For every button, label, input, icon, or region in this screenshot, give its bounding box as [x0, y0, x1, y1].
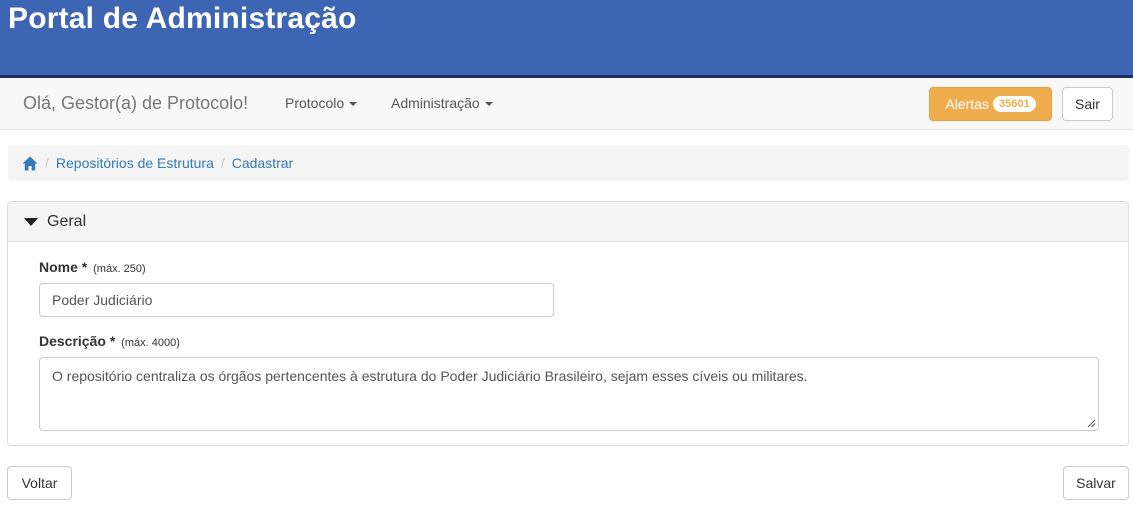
- resize-handle-icon[interactable]: [1086, 418, 1096, 428]
- breadcrumb-separator: /: [220, 155, 225, 171]
- panel-geral-toggle[interactable]: Geral: [8, 202, 1128, 242]
- alerts-button[interactable]: Alertas 35601: [929, 87, 1052, 121]
- back-button[interactable]: Voltar: [7, 466, 72, 500]
- panel-title: Geral: [47, 212, 87, 230]
- back-label: Voltar: [21, 475, 58, 491]
- triangle-down-icon: [24, 217, 38, 226]
- menu-protocolo-label: Protocolo: [285, 95, 345, 111]
- menu-protocolo[interactable]: Protocolo: [285, 95, 358, 111]
- app-title: Portal de Administração: [8, 2, 357, 35]
- caret-down-icon: [349, 102, 358, 107]
- nome-label-text: Nome *: [39, 259, 88, 275]
- nome-input[interactable]: [39, 283, 554, 317]
- user-greeting: Olá, Gestor(a) de Protocolo!: [23, 93, 249, 113]
- breadcrumb-cadastrar[interactable]: Cadastrar: [232, 155, 293, 171]
- descricao-label-text: Descrição *: [39, 333, 116, 349]
- home-icon: [22, 156, 38, 170]
- logout-button[interactable]: Sair: [1062, 87, 1113, 121]
- caret-down-icon: [484, 102, 493, 107]
- descricao-textarea[interactable]: O repositório centraliza os órgãos perte…: [39, 357, 1099, 431]
- alerts-count-badge: 35601: [992, 96, 1036, 112]
- breadcrumb-repositorios[interactable]: Repositórios de Estrutura: [56, 155, 214, 171]
- descricao-label: Descrição * (máx. 4000): [39, 333, 180, 349]
- save-button[interactable]: Salvar: [1063, 466, 1129, 500]
- breadcrumb: / Repositórios de Estrutura / Cadastrar: [8, 145, 1129, 181]
- panel-geral: Geral Nome * (máx. 250) Descrição * (máx…: [7, 201, 1129, 446]
- top-navbar: Olá, Gestor(a) de Protocolo! Protocolo A…: [0, 78, 1133, 130]
- nome-label: Nome * (máx. 250): [39, 259, 146, 275]
- menu-administracao-label: Administração: [391, 95, 480, 111]
- app-header: Portal de Administração: [0, 0, 1133, 78]
- breadcrumb-home[interactable]: [22, 156, 38, 171]
- menu-administracao[interactable]: Administração: [391, 95, 493, 111]
- descricao-hint: (máx. 4000): [121, 337, 180, 349]
- descricao-value: O repositório centraliza os órgãos perte…: [52, 368, 808, 384]
- breadcrumb-separator: /: [45, 155, 49, 171]
- save-label: Salvar: [1076, 475, 1116, 491]
- logout-label: Sair: [1075, 96, 1100, 112]
- nome-hint: (máx. 250): [93, 263, 146, 275]
- alerts-label: Alertas: [945, 96, 989, 112]
